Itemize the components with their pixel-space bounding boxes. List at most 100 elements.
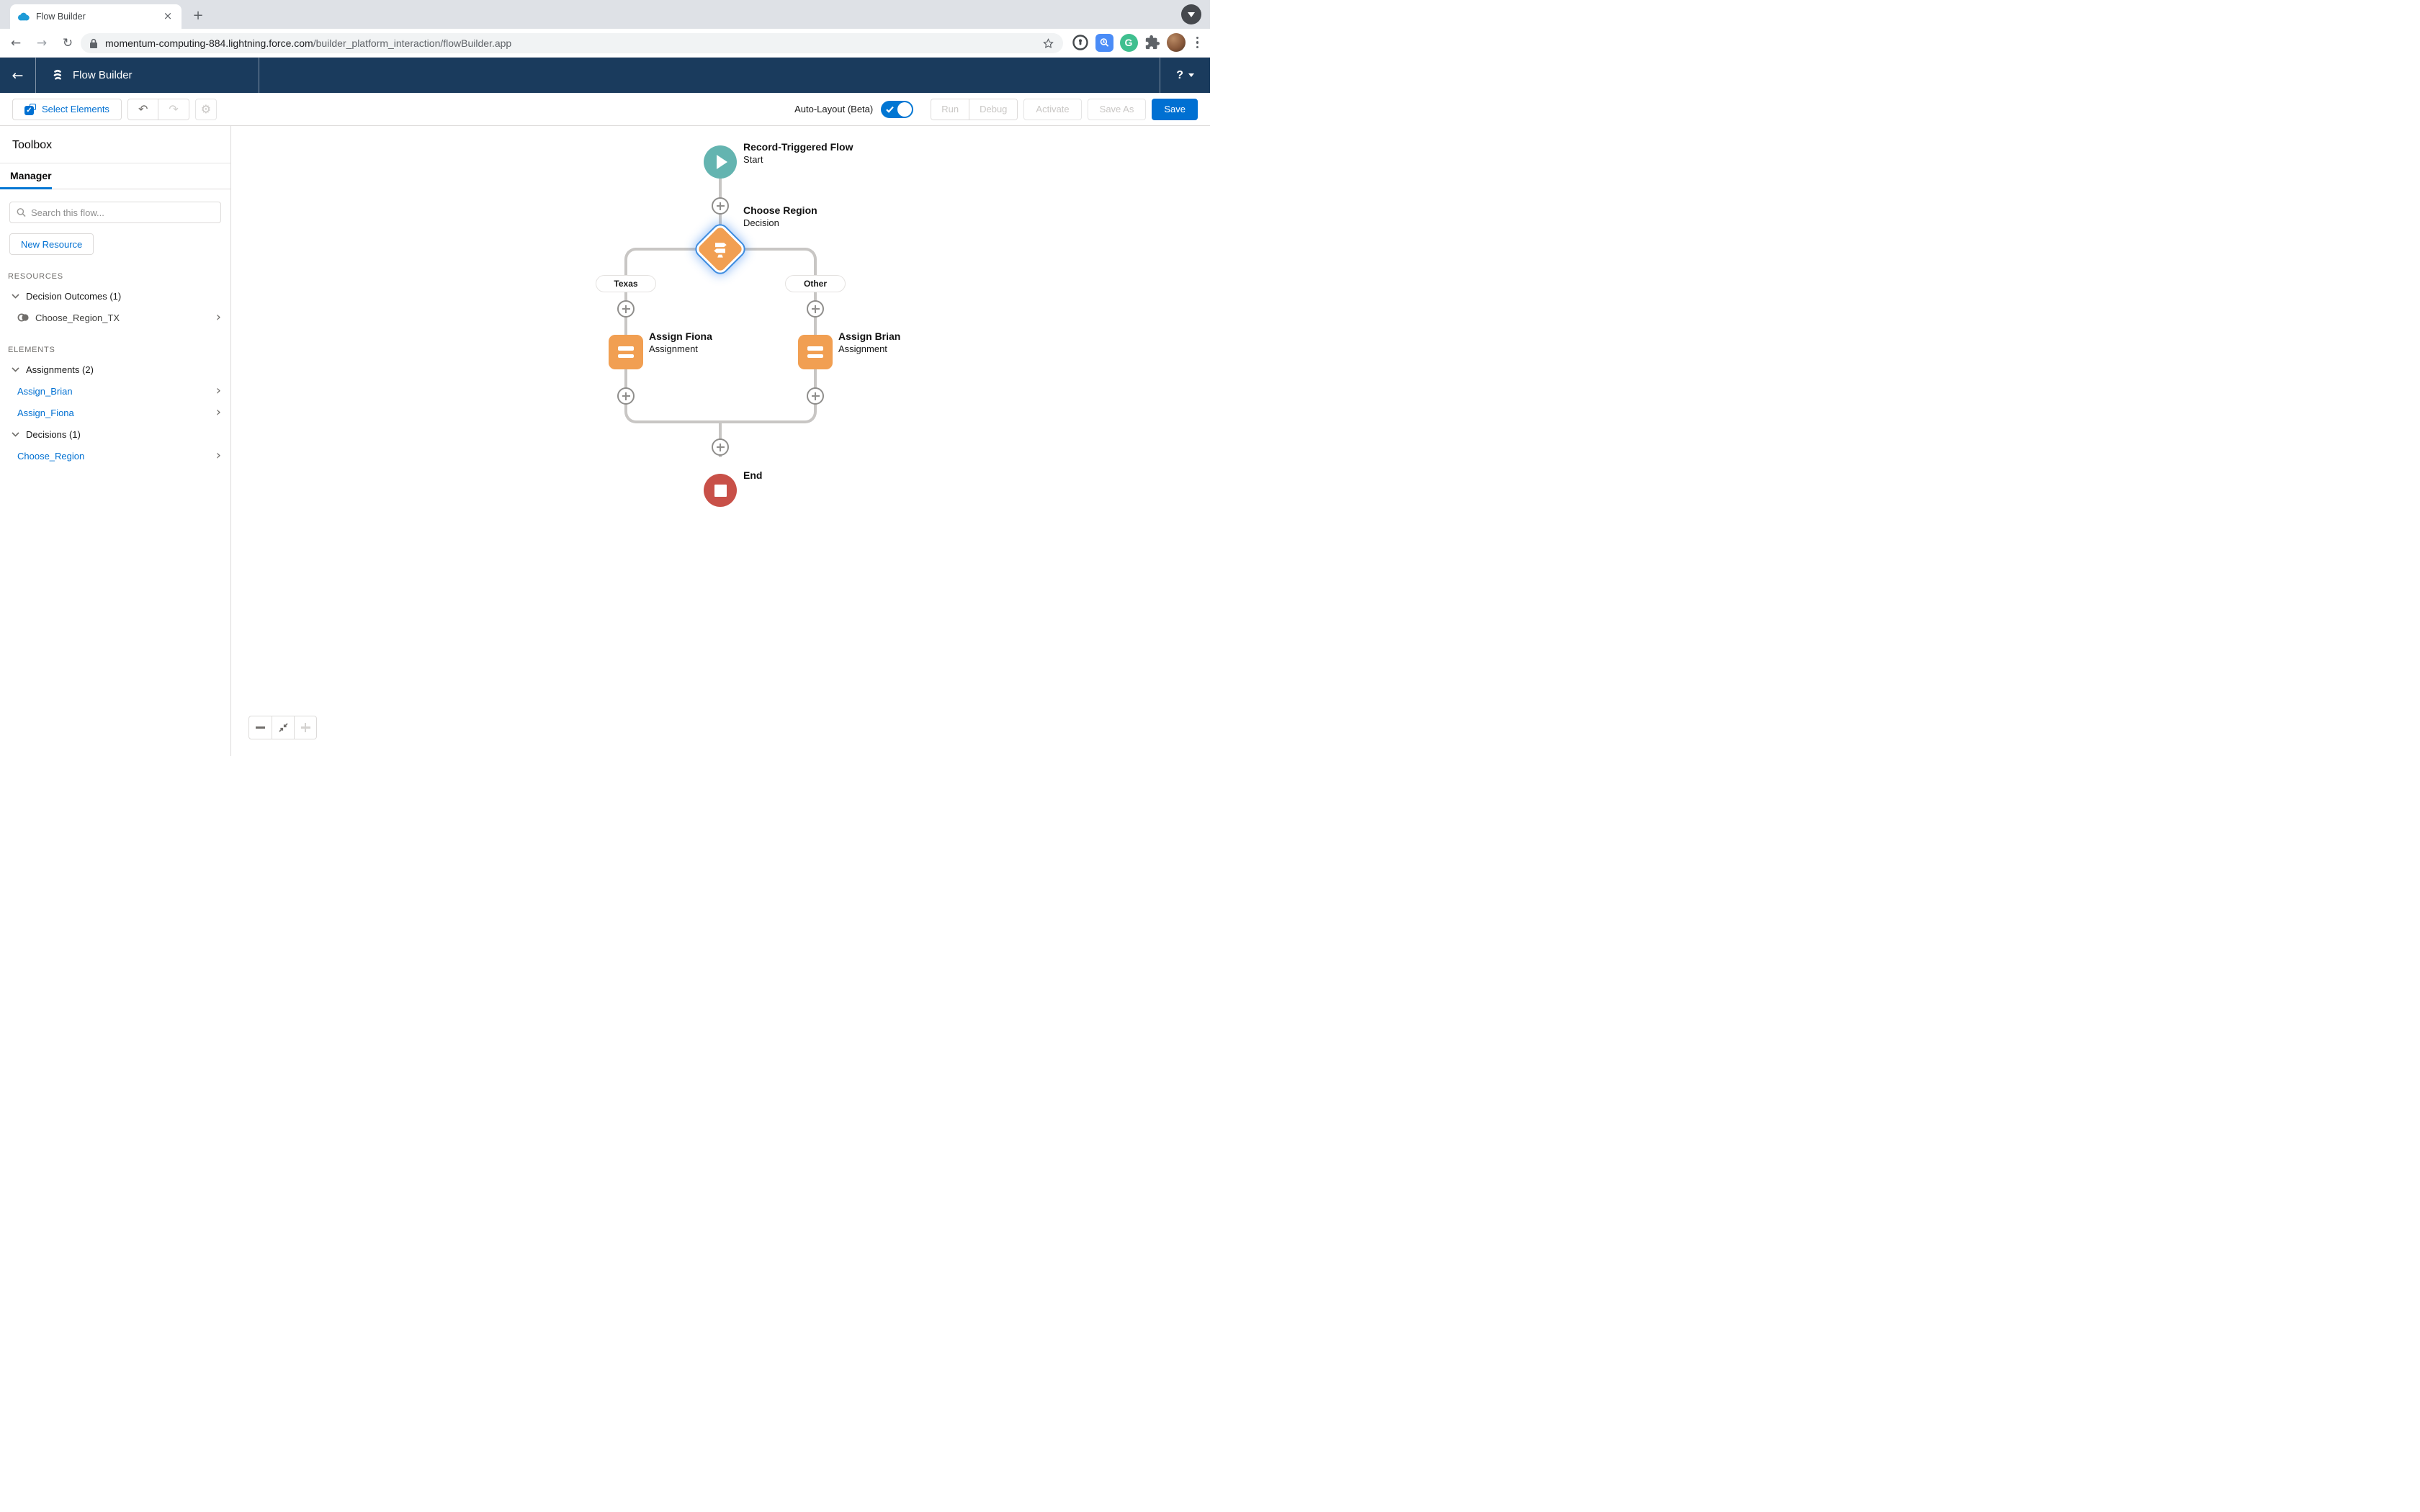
url-text: momentum-computing-884.lightning.force.c… xyxy=(105,37,512,49)
add-element-button[interactable] xyxy=(712,438,729,456)
element-row-assign-fiona[interactable]: Assign_Fiona › xyxy=(0,402,230,423)
app-title: Flow Builder xyxy=(73,69,133,81)
flow-icon xyxy=(53,69,61,80)
zoom-out-button[interactable] xyxy=(249,716,272,739)
new-resource-button[interactable]: New Resource xyxy=(9,233,94,255)
decision-node-title: Choose Region xyxy=(743,204,817,216)
toolbox-sidebar: Toolbox Manager New Resource RESOURCES D… xyxy=(0,126,231,756)
lock-icon xyxy=(90,38,97,48)
assignment-node-subtitle: Assignment xyxy=(838,343,887,354)
chevron-down-icon xyxy=(12,366,19,372)
tab-close-icon[interactable]: × xyxy=(161,10,174,23)
bookmark-star-icon[interactable] xyxy=(1042,37,1054,50)
chevron-down-icon xyxy=(12,293,19,299)
resources-heading: RESOURCES xyxy=(8,272,63,281)
toolbox-tabs: Manager xyxy=(0,163,230,189)
connector-merge-left xyxy=(624,405,722,423)
redo-button[interactable]: ↷ xyxy=(158,99,189,120)
browser-back-button[interactable]: ← xyxy=(6,33,26,53)
search-input[interactable] xyxy=(30,207,214,218)
toggle-check-icon xyxy=(886,106,895,113)
assignments-group[interactable]: Assignments (2) xyxy=(0,359,230,380)
search-icon xyxy=(17,208,26,217)
chevron-right-icon[interactable]: › xyxy=(216,384,221,397)
chevron-down-icon xyxy=(12,431,19,437)
outcome-row-choose-region-tx[interactable]: Choose_Region_TX › xyxy=(0,307,230,328)
flow-canvas[interactable]: Record-Triggered Flow Start Choose Regio… xyxy=(232,126,1210,756)
run-button[interactable]: Run xyxy=(931,99,969,120)
tab-title: Flow Builder xyxy=(36,12,86,22)
browser-toolbar: ← → ↻ momentum-computing-884.lightning.f… xyxy=(0,29,1210,58)
browser-menu-icon[interactable] xyxy=(1192,36,1204,49)
element-row-choose-region[interactable]: Choose_Region › xyxy=(0,445,230,467)
connector-merge-right xyxy=(719,405,817,423)
browser-profile-avatar[interactable] xyxy=(1166,33,1186,52)
flow-toolbar: ✓ Select Elements ↶ ↷ ⚙ Auto-Layout (Bet… xyxy=(0,93,1210,126)
add-element-button[interactable] xyxy=(712,197,729,215)
zoom-fit-button[interactable] xyxy=(272,716,294,739)
search-person-extension-icon[interactable] xyxy=(1095,33,1113,52)
browser-tab-strip: Flow Builder × + xyxy=(0,0,1210,29)
start-node[interactable] xyxy=(704,145,737,179)
assignment-node-title: Assign Brian xyxy=(838,330,901,342)
save-as-button[interactable]: Save As xyxy=(1087,98,1147,120)
assignment-node-brian[interactable] xyxy=(798,335,833,369)
flow-builder-header: ← Flow Builder ? xyxy=(0,58,1210,93)
decisions-group[interactable]: Decisions (1) xyxy=(0,423,230,445)
help-menu[interactable]: ? xyxy=(1160,58,1210,93)
password-manager-extension-icon[interactable] xyxy=(1072,34,1089,51)
decision-outcomes-group[interactable]: Decision Outcomes (1) xyxy=(0,285,230,307)
chevron-right-icon[interactable]: › xyxy=(216,449,221,462)
save-button[interactable]: Save xyxy=(1152,98,1198,120)
browser-extensions-row: G xyxy=(1072,33,1204,52)
select-elements-button[interactable]: ✓ Select Elements xyxy=(12,98,122,120)
branch-label-texas: Texas xyxy=(596,275,656,292)
stop-icon xyxy=(714,484,727,497)
caret-down-icon xyxy=(1188,12,1195,17)
canvas-zoom-controls xyxy=(248,716,317,739)
url-bar[interactable]: momentum-computing-884.lightning.force.c… xyxy=(81,33,1063,53)
end-node-title: End xyxy=(743,469,763,481)
browser-reload-button[interactable]: ↻ xyxy=(58,33,78,53)
elements-heading: ELEMENTS xyxy=(8,346,55,354)
tab-manager[interactable]: Manager xyxy=(10,170,52,181)
extensions-puzzle-icon[interactable] xyxy=(1144,35,1160,50)
add-element-button[interactable] xyxy=(617,387,635,405)
back-button[interactable]: ← xyxy=(0,58,36,93)
auto-layout-label: Auto-Layout (Beta) xyxy=(794,104,874,114)
assignment-node-title: Assign Fiona xyxy=(649,330,712,342)
active-tab-indicator xyxy=(0,187,52,189)
decision-node-subtitle: Decision xyxy=(743,217,779,228)
grammarly-extension-icon[interactable]: G xyxy=(1119,33,1138,52)
flow-search-box xyxy=(9,202,221,223)
element-row-assign-brian[interactable]: Assign_Brian › xyxy=(0,380,230,402)
browser-tab[interactable]: Flow Builder × xyxy=(10,4,182,29)
assignment-node-subtitle: Assignment xyxy=(649,343,698,354)
add-element-button[interactable] xyxy=(617,300,635,318)
chevron-right-icon[interactable]: › xyxy=(216,311,221,324)
activate-button[interactable]: Activate xyxy=(1023,98,1082,120)
plus-icon xyxy=(300,722,311,733)
assignment-node-fiona[interactable] xyxy=(609,335,643,369)
play-icon xyxy=(717,155,727,169)
auto-layout-toggle[interactable] xyxy=(881,100,914,118)
undo-button[interactable]: ↶ xyxy=(127,99,158,120)
add-element-button[interactable] xyxy=(807,300,824,318)
tab-strip-menu-icon[interactable] xyxy=(1181,4,1201,24)
zoom-in-button[interactable] xyxy=(294,716,316,739)
collapse-arrows-icon xyxy=(278,723,288,732)
flow-settings-button[interactable]: ⚙ xyxy=(194,98,218,120)
add-element-button[interactable] xyxy=(807,387,824,405)
run-debug-group: Run Debug xyxy=(931,98,1018,120)
end-node[interactable] xyxy=(704,474,737,507)
start-node-subtitle: Start xyxy=(743,154,763,165)
outcome-icon xyxy=(17,313,29,322)
branch-label-other: Other xyxy=(785,275,846,292)
start-node-title: Record-Triggered Flow xyxy=(743,141,853,153)
help-caret-icon xyxy=(1188,73,1194,77)
debug-button[interactable]: Debug xyxy=(969,99,1018,120)
decision-signpost-icon xyxy=(714,243,727,258)
chevron-right-icon[interactable]: › xyxy=(216,406,221,419)
new-tab-button[interactable]: + xyxy=(189,7,207,26)
browser-forward-button[interactable]: → xyxy=(32,33,52,53)
